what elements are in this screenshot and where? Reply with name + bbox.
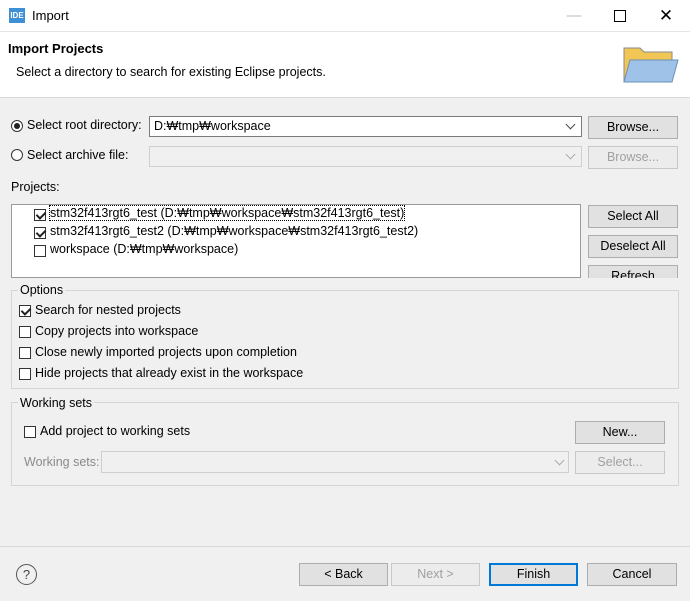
select-working-sets-button[interactable]: Select... bbox=[575, 451, 665, 474]
finish-button[interactable]: Finish bbox=[489, 563, 578, 586]
list-item[interactable]: workspace (D:₩tmp₩workspace) bbox=[50, 242, 238, 256]
close-projects-checkbox[interactable] bbox=[19, 347, 31, 359]
archive-file-label: Select archive file: bbox=[27, 148, 129, 162]
refresh-button[interactable]: Refresh bbox=[588, 265, 678, 278]
nested-projects-checkbox[interactable] bbox=[19, 305, 31, 317]
project-checkbox-1[interactable] bbox=[34, 209, 46, 221]
root-directory-combo[interactable]: D:₩tmp₩workspace bbox=[149, 116, 582, 137]
root-directory-value: D:₩tmp₩workspace bbox=[154, 119, 271, 133]
help-icon[interactable]: ? bbox=[16, 564, 37, 585]
footer-divider bbox=[0, 546, 690, 547]
deselect-all-button[interactable]: Deselect All bbox=[588, 235, 678, 258]
folder-icon bbox=[623, 47, 679, 83]
copy-projects-checkbox[interactable] bbox=[19, 326, 31, 338]
app-icon: IDE bbox=[9, 8, 25, 23]
hide-projects-label: Hide projects that already exist in the … bbox=[35, 366, 304, 380]
project-checkbox-3[interactable] bbox=[34, 245, 46, 257]
cancel-button[interactable]: Cancel bbox=[587, 563, 677, 586]
page-title: Import Projects bbox=[8, 41, 104, 56]
root-directory-label: Select root directory: bbox=[27, 118, 142, 132]
add-working-sets-checkbox[interactable] bbox=[24, 426, 36, 438]
next-button[interactable]: Next > bbox=[391, 563, 480, 586]
copy-projects-label: Copy projects into workspace bbox=[35, 324, 199, 338]
archive-file-radio[interactable] bbox=[11, 149, 23, 161]
root-directory-radio[interactable] bbox=[11, 120, 23, 132]
minimize-icon[interactable]: — bbox=[551, 0, 597, 31]
working-sets-label: Working sets: bbox=[24, 455, 100, 469]
working-sets-title: Working sets bbox=[18, 396, 95, 410]
archive-file-combo[interactable] bbox=[149, 146, 582, 167]
add-working-sets-label: Add project to working sets bbox=[40, 424, 191, 438]
select-all-button[interactable]: Select All bbox=[588, 205, 678, 228]
nested-projects-label: Search for nested projects bbox=[35, 303, 181, 317]
close-icon[interactable]: ✕ bbox=[643, 0, 689, 31]
project-checkbox-2[interactable] bbox=[34, 227, 46, 239]
projects-list[interactable]: stm32f413rgt6_test (D:₩tmp₩workspace₩stm… bbox=[11, 204, 581, 278]
close-projects-label: Close newly imported projects upon compl… bbox=[35, 345, 297, 359]
page-description: Select a directory to search for existin… bbox=[16, 65, 326, 79]
new-working-set-button[interactable]: New... bbox=[575, 421, 665, 444]
window-title: Import bbox=[32, 8, 69, 23]
options-title: Options bbox=[18, 283, 66, 297]
list-item[interactable]: stm32f413rgt6_test2 (D:₩tmp₩workspace₩st… bbox=[50, 224, 418, 238]
list-item[interactable]: stm32f413rgt6_test (D:₩tmp₩workspace₩stm… bbox=[48, 205, 406, 221]
root-browse-button[interactable]: Browse... bbox=[588, 116, 678, 139]
archive-browse-button[interactable]: Browse... bbox=[588, 146, 678, 169]
hide-projects-checkbox[interactable] bbox=[19, 368, 31, 380]
projects-label: Projects: bbox=[11, 180, 60, 194]
working-sets-combo[interactable] bbox=[101, 451, 569, 473]
maximize-icon[interactable] bbox=[597, 0, 643, 31]
back-button[interactable]: < Back bbox=[299, 563, 388, 586]
refresh-button-clip: Refresh bbox=[588, 265, 678, 278]
